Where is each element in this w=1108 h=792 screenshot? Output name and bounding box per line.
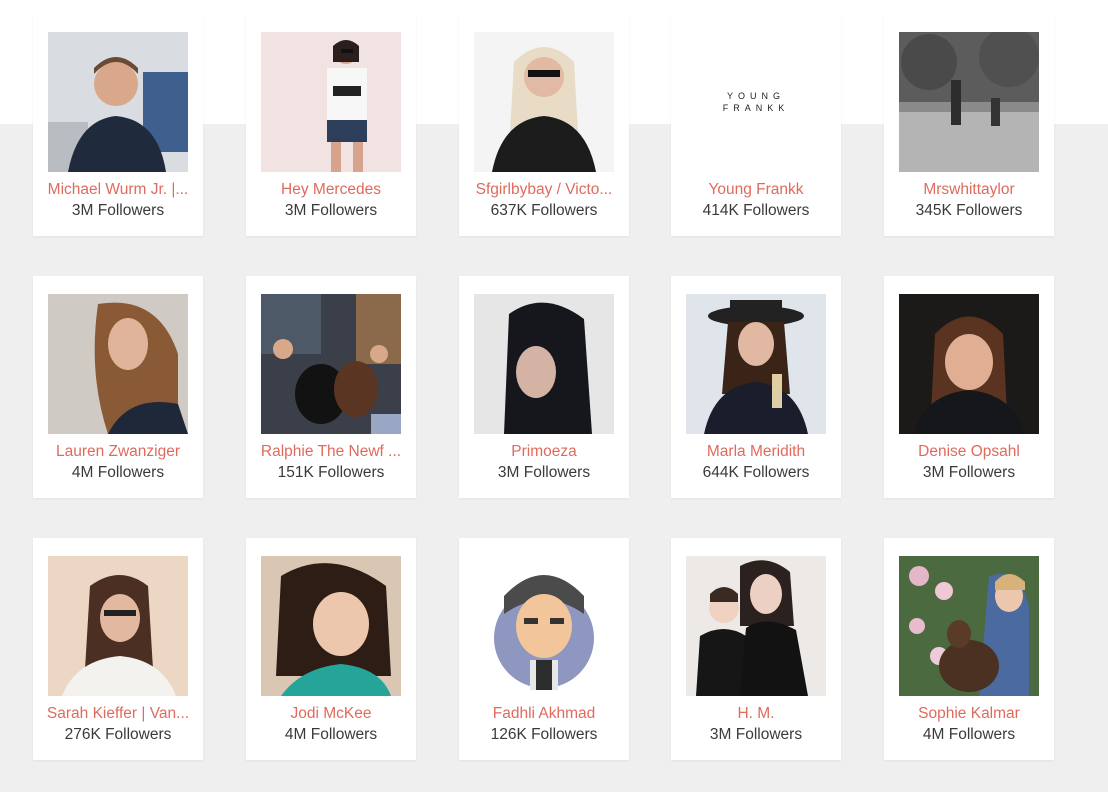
influencer-name-link[interactable]: Denise Opsahl: [892, 442, 1046, 462]
influencer-card[interactable]: YOUNG FRANKK Young Frankk 414K Followers: [671, 14, 841, 236]
profile-photo[interactable]: [686, 556, 826, 696]
profile-photo[interactable]: [261, 294, 401, 434]
logo-line-1: YOUNG: [726, 91, 785, 101]
profile-photo[interactable]: [48, 556, 188, 696]
follower-count: 276K Followers: [64, 726, 172, 743]
profile-photo[interactable]: [899, 294, 1039, 434]
influencer-name-link[interactable]: Sophie Kalmar: [892, 704, 1046, 724]
influencer-card[interactable]: Lauren Zwanziger 4M Followers: [33, 276, 203, 498]
influencer-name-link[interactable]: Young Frankk: [679, 180, 833, 200]
influencer-card[interactable]: Marla Meridith 644K Followers: [671, 276, 841, 498]
influencer-name-link[interactable]: Marla Meridith: [679, 442, 833, 462]
follower-count: 4M Followers: [71, 464, 165, 481]
influencer-name-link[interactable]: Sarah Kieffer | Van...: [41, 704, 195, 724]
profile-photo[interactable]: [48, 294, 188, 434]
profile-photo[interactable]: [474, 294, 614, 434]
profile-photo[interactable]: [686, 294, 826, 434]
follower-count: 4M Followers: [922, 726, 1016, 743]
influencer-card[interactable]: Sophie Kalmar 4M Followers: [884, 538, 1054, 760]
influencer-card[interactable]: Jodi McKee 4M Followers: [246, 538, 416, 760]
influencer-card[interactable]: Hey Mercedes 3M Followers: [246, 14, 416, 236]
influencer-name-link[interactable]: Fadhli Akhmad: [467, 704, 621, 724]
follower-count: 3M Followers: [497, 464, 591, 481]
influencer-grid: Michael Wurm Jr. |... 3M Followers Hey M…: [0, 0, 1108, 792]
influencer-card[interactable]: Fadhli Akhmad 126K Followers: [459, 538, 629, 760]
follower-count: 345K Followers: [915, 202, 1023, 219]
influencer-name-link[interactable]: H. M.: [679, 704, 833, 724]
influencer-name-link[interactable]: Jodi McKee: [254, 704, 408, 724]
follower-count: 3M Followers: [71, 202, 165, 219]
influencer-card[interactable]: H. M. 3M Followers: [671, 538, 841, 760]
logo-line-2: FRANKK: [722, 103, 790, 113]
influencer-card[interactable]: Sarah Kieffer | Van... 276K Followers: [33, 538, 203, 760]
influencer-name-link[interactable]: Primoeza: [467, 442, 621, 462]
follower-count: 126K Followers: [490, 726, 598, 743]
brand-logo[interactable]: YOUNG FRANKK: [686, 32, 826, 172]
influencer-card[interactable]: Primoeza 3M Followers: [459, 276, 629, 498]
profile-photo[interactable]: [474, 32, 614, 172]
follower-count: 3M Followers: [922, 464, 1016, 481]
influencer-card[interactable]: Michael Wurm Jr. |... 3M Followers: [33, 14, 203, 236]
influencer-name-link[interactable]: Sfgirlbybay / Victo...: [467, 180, 621, 200]
influencer-name-link[interactable]: Mrswhittaylor: [892, 180, 1046, 200]
influencer-card[interactable]: Ralphie The Newf ... 151K Followers: [246, 276, 416, 498]
profile-photo[interactable]: [48, 32, 188, 172]
profile-photo[interactable]: [261, 32, 401, 172]
follower-count: 637K Followers: [490, 202, 598, 219]
influencer-name-link[interactable]: Ralphie The Newf ...: [254, 442, 408, 462]
profile-photo[interactable]: [899, 32, 1039, 172]
profile-photo[interactable]: [899, 556, 1039, 696]
profile-photo[interactable]: [261, 556, 401, 696]
follower-count: 4M Followers: [284, 726, 378, 743]
follower-count: 151K Followers: [277, 464, 385, 481]
influencer-card[interactable]: Denise Opsahl 3M Followers: [884, 276, 1054, 498]
influencer-card[interactable]: Mrswhittaylor 345K Followers: [884, 14, 1054, 236]
follower-count: 414K Followers: [702, 202, 810, 219]
illustrated-avatar[interactable]: [474, 556, 614, 696]
influencer-name-link[interactable]: Michael Wurm Jr. |...: [41, 180, 195, 200]
follower-count: 3M Followers: [709, 726, 803, 743]
follower-count: 644K Followers: [702, 464, 810, 481]
influencer-name-link[interactable]: Hey Mercedes: [254, 180, 408, 200]
follower-count: 3M Followers: [284, 202, 378, 219]
influencer-name-link[interactable]: Lauren Zwanziger: [41, 442, 195, 462]
influencer-card[interactable]: Sfgirlbybay / Victo... 637K Followers: [459, 14, 629, 236]
